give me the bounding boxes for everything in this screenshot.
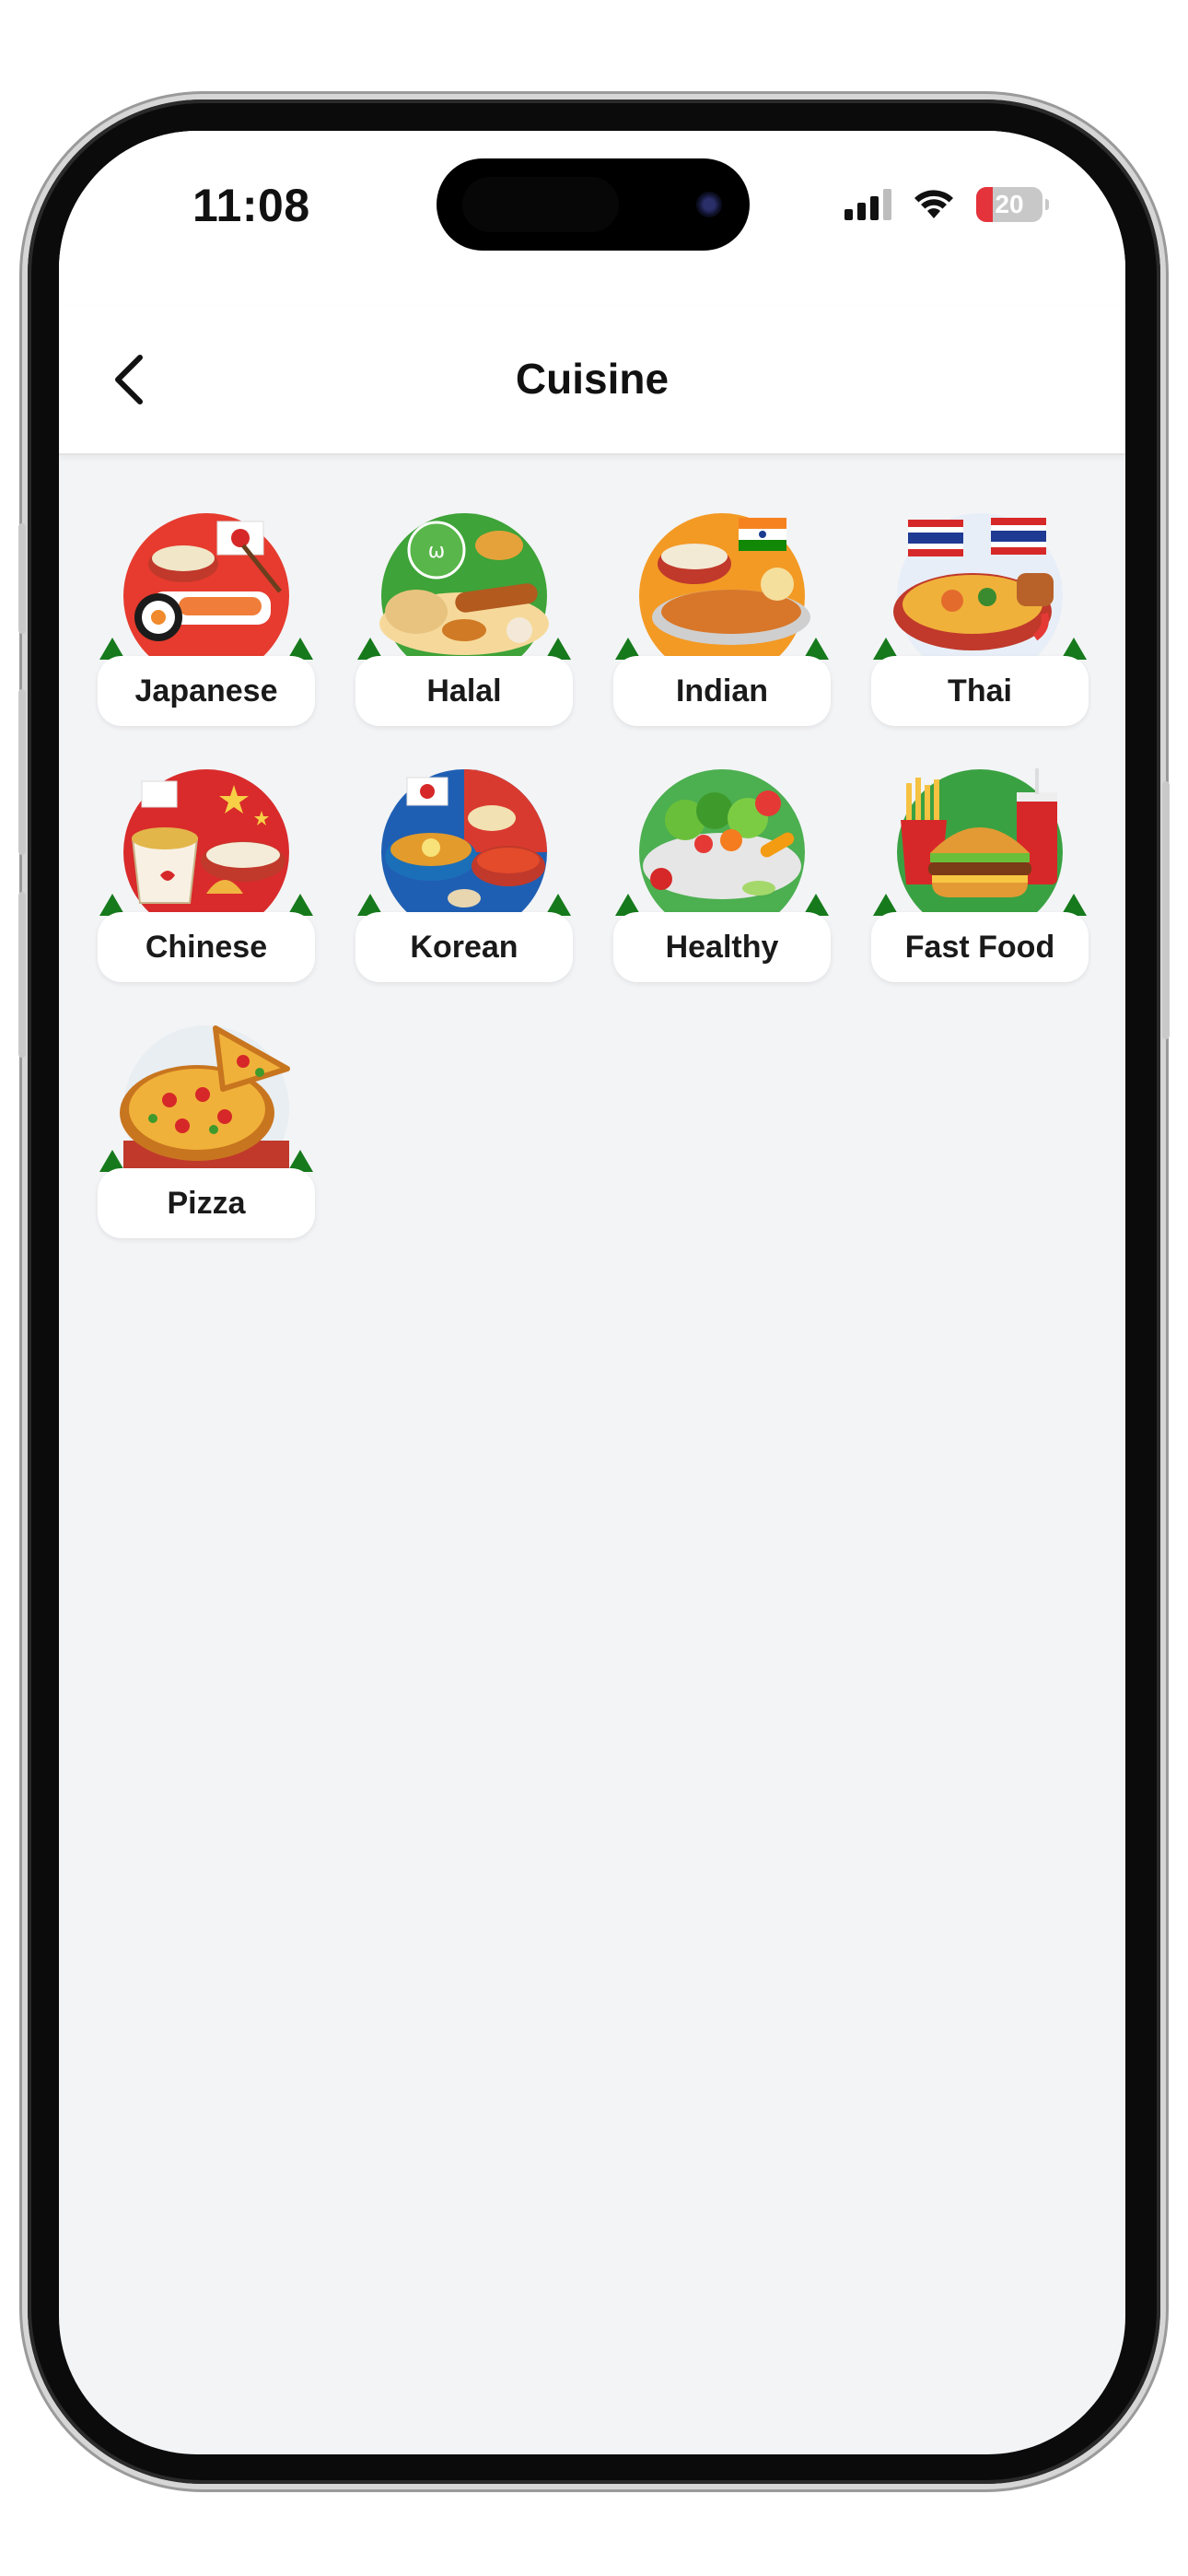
cuisine-card-thai[interactable]: Thai	[871, 509, 1089, 726]
front-camera	[696, 192, 722, 217]
cuisine-label: Japanese	[98, 656, 315, 726]
cuisine-grid: Japanese ω Halal Indian Thai Chinese Kor…	[98, 509, 1089, 1238]
battery-level: 20	[995, 190, 1024, 218]
cuisine-card-fast-food[interactable]: Fast Food	[871, 765, 1089, 982]
fast-food-icon	[897, 768, 1063, 921]
cuisine-card-healthy[interactable]: Healthy	[613, 765, 831, 982]
cuisine-card-chinese[interactable]: Chinese	[98, 765, 315, 982]
battery-icon: 20	[976, 187, 1049, 222]
cuisine-label: Pizza	[98, 1168, 315, 1238]
page-title: Cuisine	[515, 355, 670, 403]
power-button	[1162, 781, 1170, 1039]
silent-switch	[18, 523, 26, 634]
app-screen: 11:08 20 Cuisine Japanese ω Halal Indian…	[59, 131, 1125, 2454]
dynamic-island	[437, 158, 750, 251]
indian-food-icon	[639, 513, 810, 665]
cuisine-card-japanese[interactable]: Japanese	[98, 509, 315, 726]
halal-food-icon: ω	[379, 513, 549, 665]
wifi-icon	[914, 190, 953, 218]
thai-food-icon	[893, 513, 1063, 665]
cuisine-label: Korean	[355, 912, 573, 982]
chinese-food-icon	[123, 769, 289, 921]
cuisine-card-pizza[interactable]: Pizza	[98, 1021, 315, 1238]
cuisine-label: Indian	[613, 656, 831, 726]
status-bar: 11:08 20	[59, 131, 1125, 306]
nav-header: Cuisine	[59, 306, 1125, 455]
svg-text:ω: ω	[428, 540, 445, 563]
cellular-signal-icon	[844, 189, 891, 220]
volume-down-button	[18, 892, 26, 1058]
cuisine-label: Fast Food	[871, 912, 1089, 982]
healthy-food-icon	[639, 769, 805, 921]
status-icons: 20	[844, 186, 1049, 223]
pizza-icon	[120, 1025, 290, 1177]
cuisine-label: Halal	[355, 656, 573, 726]
cuisine-label: Chinese	[98, 912, 315, 982]
korean-food-icon	[381, 769, 547, 921]
cuisine-label: Healthy	[613, 912, 831, 982]
japanese-food-icon	[123, 513, 289, 665]
volume-up-button	[18, 689, 26, 855]
cuisine-card-halal[interactable]: ω Halal	[355, 509, 573, 726]
cuisine-card-korean[interactable]: Korean	[355, 765, 573, 982]
island-sensor	[462, 177, 619, 232]
cuisine-label: Thai	[871, 656, 1089, 726]
status-time: 11:08	[192, 180, 310, 231]
cuisine-card-indian[interactable]: Indian	[613, 509, 831, 726]
